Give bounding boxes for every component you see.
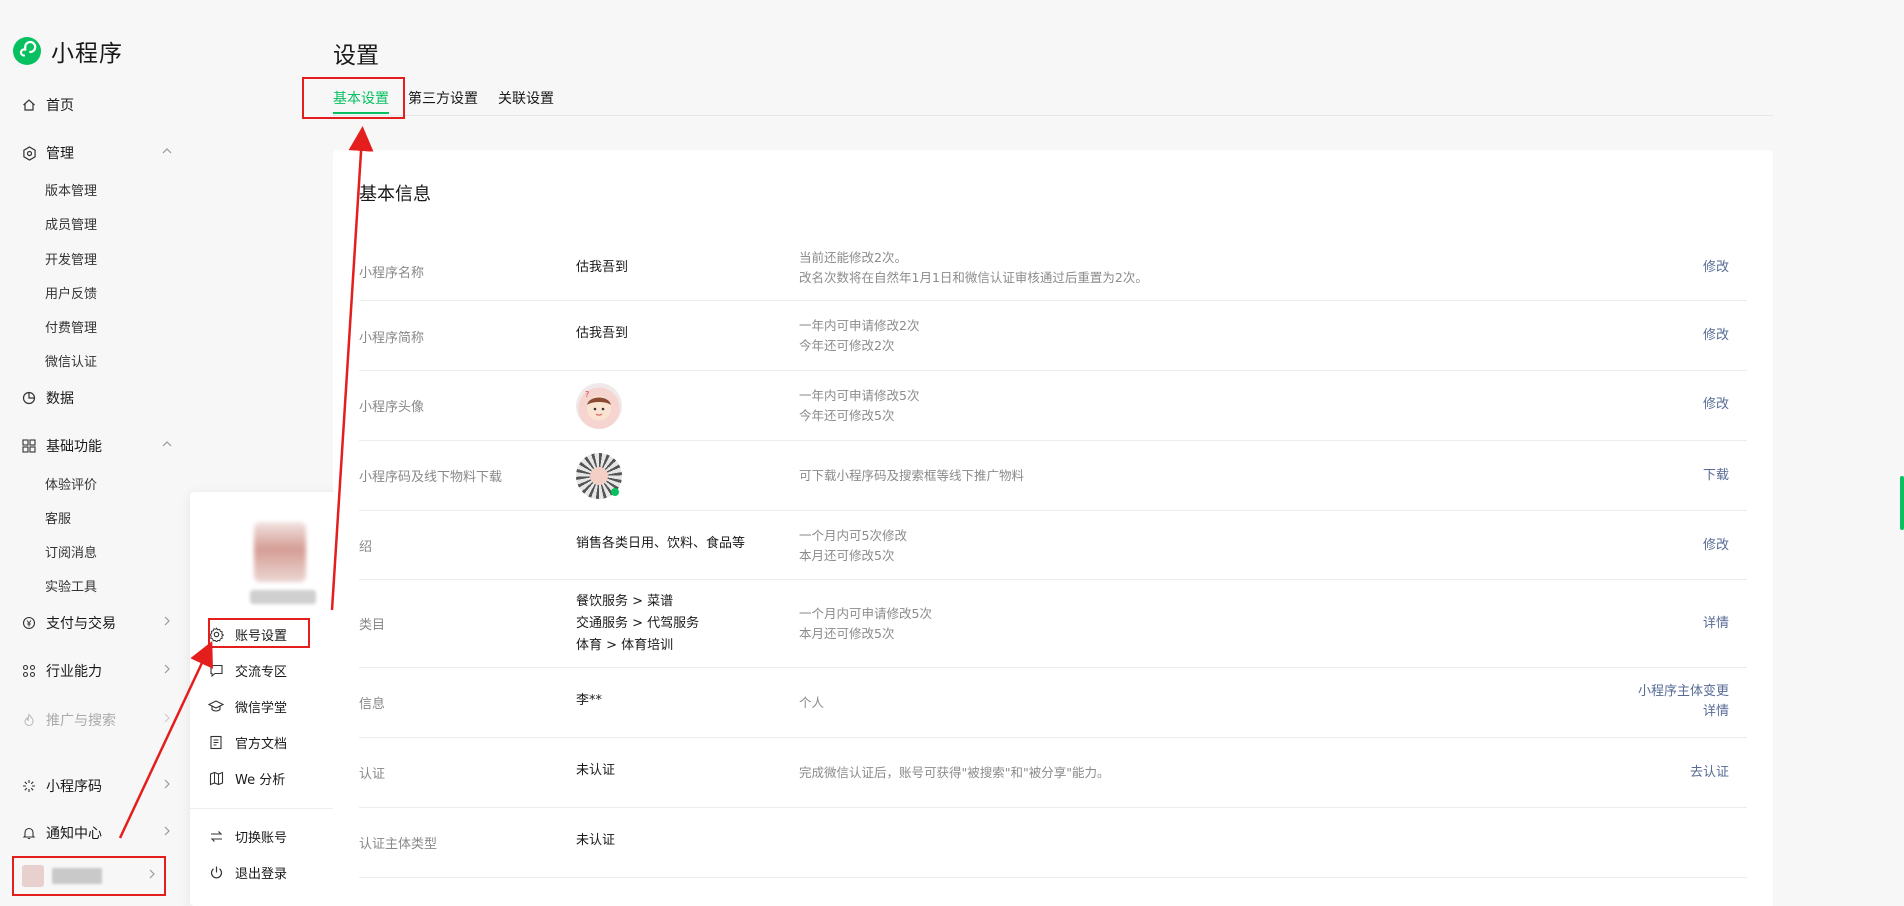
- arrow-to-basic-settings-tab: [330, 126, 374, 611]
- arrow-to-account-settings: [118, 640, 213, 839]
- annotation-arrows: [118, 126, 374, 839]
